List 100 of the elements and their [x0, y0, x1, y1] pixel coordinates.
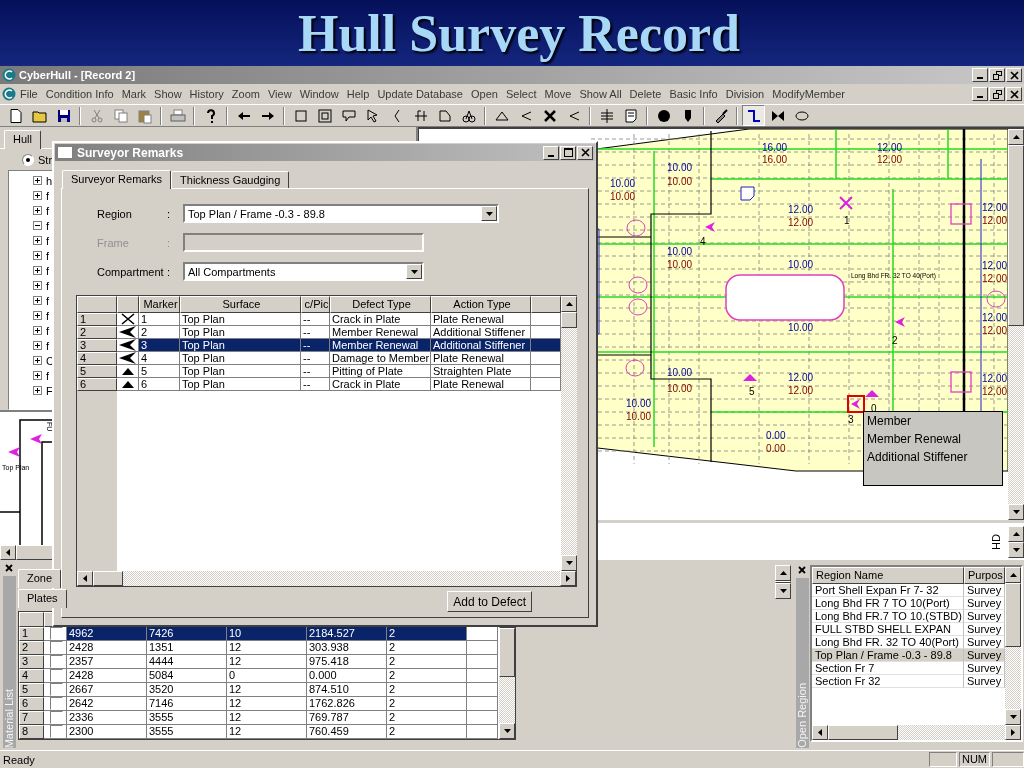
checkbox[interactable]	[49, 641, 63, 654]
tab[interactable]: Hull	[4, 130, 41, 149]
tree-item[interactable]: F	[46, 384, 53, 397]
column-header[interactable]: Marker	[139, 296, 180, 313]
row-number[interactable]: 4	[19, 669, 44, 683]
expand-toggle[interactable]	[33, 191, 42, 200]
expand-toggle[interactable]	[33, 251, 42, 260]
restore-button[interactable]	[989, 87, 1005, 101]
expand-toggle[interactable]	[33, 296, 42, 305]
tree-item[interactable]: f	[46, 294, 50, 307]
checkbox[interactable]	[49, 627, 63, 640]
dropdown[interactable]: All Compartments	[183, 262, 424, 281]
tree-item[interactable]: f	[46, 189, 50, 202]
add-to-defect-button[interactable]: Add to Defect	[447, 591, 532, 612]
triangle-marker-icon[interactable]	[743, 374, 757, 381]
expand-toggle[interactable]	[33, 206, 42, 215]
menu-item[interactable]: History	[185, 88, 228, 100]
column-header[interactable]: Surface	[180, 296, 301, 313]
expand-toggle[interactable]	[33, 176, 42, 185]
tree-item[interactable]: f	[46, 369, 50, 382]
table-row[interactable]: 4 2428 5084 0 0.000 2	[19, 669, 499, 683]
table-row[interactable]: 3 3 Top Plan -- Member Renewal Additional Stiffener	[77, 339, 561, 352]
scroll-thumb[interactable]	[828, 725, 898, 740]
tree-item[interactable]: f	[46, 309, 50, 322]
restore-button[interactable]	[989, 68, 1005, 82]
row-number[interactable]: 3	[19, 655, 44, 669]
table-row[interactable]: 8 2300 3555 12 760.459 2	[19, 725, 499, 739]
scrollbar[interactable]	[1005, 567, 1021, 725]
expand-toggle[interactable]	[33, 386, 42, 395]
radio-button[interactable]	[22, 153, 34, 166]
menu-item[interactable]: Division	[721, 88, 769, 100]
column-header[interactable]: Purpos	[964, 567, 1005, 584]
menu-item[interactable]: File	[16, 88, 42, 100]
tree-item[interactable]: f	[46, 339, 50, 352]
arrow-marker-icon[interactable]	[705, 222, 715, 232]
checkbox[interactable]	[49, 669, 63, 682]
column-header[interactable]	[19, 612, 44, 627]
table-row[interactable]: 1 1 Top Plan -- Crack in Plate Plate Renewal	[77, 313, 561, 326]
table-row[interactable]: 2 2428 1351 12 303.938 2	[19, 641, 499, 655]
scroll-thumb[interactable]	[561, 312, 577, 328]
tree-item[interactable]: f	[46, 324, 50, 337]
toolbar-button[interactable]	[742, 105, 765, 126]
row-number[interactable]: 3	[77, 339, 117, 352]
menu-item[interactable]: Select	[501, 88, 541, 100]
tree-item[interactable]: f	[46, 279, 50, 292]
expand-toggle[interactable]	[33, 266, 42, 275]
row-number[interactable]: 4	[77, 352, 117, 365]
row-number[interactable]: 2	[19, 641, 44, 655]
menu-item[interactable]: Update Database	[373, 88, 467, 100]
table-cell[interactable]: Section Fr 7	[812, 662, 964, 675]
menu-item[interactable]: Show	[150, 88, 186, 100]
checkbox[interactable]	[49, 683, 63, 696]
menu-item[interactable]: Delete	[625, 88, 666, 100]
minimize-button[interactable]	[972, 68, 988, 82]
scroll-thumb[interactable]	[499, 628, 515, 677]
scroll-thumb[interactable]	[775, 581, 791, 583]
table-row[interactable]: 3 2357 4444 12 975.418 2	[19, 655, 499, 669]
table-cell[interactable]: FULL STBD SHELL EXPAN	[812, 623, 964, 636]
input-field[interactable]	[183, 233, 424, 252]
menu-item[interactable]: Open	[467, 88, 502, 100]
scrollbar[interactable]	[775, 565, 791, 599]
table-row[interactable]: 5 2667 3520 12 874.510 2	[19, 683, 499, 697]
maximize-button[interactable]	[560, 145, 576, 160]
close-button[interactable]	[4, 563, 14, 573]
dropdown[interactable]: Top Plan / Frame -0.3 - 89.8	[183, 204, 499, 223]
table-row[interactable]: 1 4962 7426 10 2184.527 2	[19, 627, 499, 641]
tree-item[interactable]: f	[46, 204, 50, 217]
tab[interactable]: Surveyor Remarks	[62, 170, 172, 189]
menu-item[interactable]: View	[263, 88, 296, 100]
row-number[interactable]: 5	[19, 683, 44, 697]
scroll-thumb[interactable]	[1005, 583, 1021, 647]
menu-item[interactable]: Help	[342, 88, 374, 100]
cross-marker-icon[interactable]	[839, 196, 853, 210]
menu-item[interactable]: Move	[540, 88, 576, 100]
checkbox[interactable]	[49, 725, 63, 738]
tree-item[interactable]: f	[46, 234, 50, 247]
column-header[interactable]	[531, 296, 561, 313]
menu-item[interactable]: Zoom	[227, 88, 264, 100]
tab[interactable]: Zone	[18, 569, 62, 588]
menu-item[interactable]: Basic Info	[665, 88, 722, 100]
expand-toggle[interactable]	[33, 221, 42, 230]
row-number[interactable]: 1	[19, 627, 44, 641]
tree-item[interactable]: f	[46, 249, 50, 262]
menu-item[interactable]: Window	[295, 88, 343, 100]
checkbox[interactable]	[49, 655, 63, 668]
row-number[interactable]: 8	[19, 725, 44, 739]
tree-item[interactable]: f	[46, 219, 50, 232]
close-button[interactable]	[797, 565, 807, 575]
menu-item[interactable]: Condition Info	[41, 88, 118, 100]
row-number[interactable]: 6	[19, 697, 44, 711]
triangle-marker-icon[interactable]	[865, 390, 879, 397]
column-header[interactable]: Region Name	[812, 567, 964, 584]
table-cell[interactable]: Port Shell Expan Fr 7- 32	[812, 584, 964, 597]
table-cell[interactable]: Long Bhd FR 7 TO 10(Port)	[812, 597, 964, 610]
table-cell[interactable]: Section Fr 32	[812, 675, 964, 688]
minimize-button[interactable]	[972, 87, 988, 101]
tree-item[interactable]: h	[46, 174, 53, 187]
column-header[interactable]	[77, 296, 117, 313]
expand-toggle[interactable]	[33, 371, 42, 380]
arrow-marker-icon[interactable]	[8, 447, 20, 457]
